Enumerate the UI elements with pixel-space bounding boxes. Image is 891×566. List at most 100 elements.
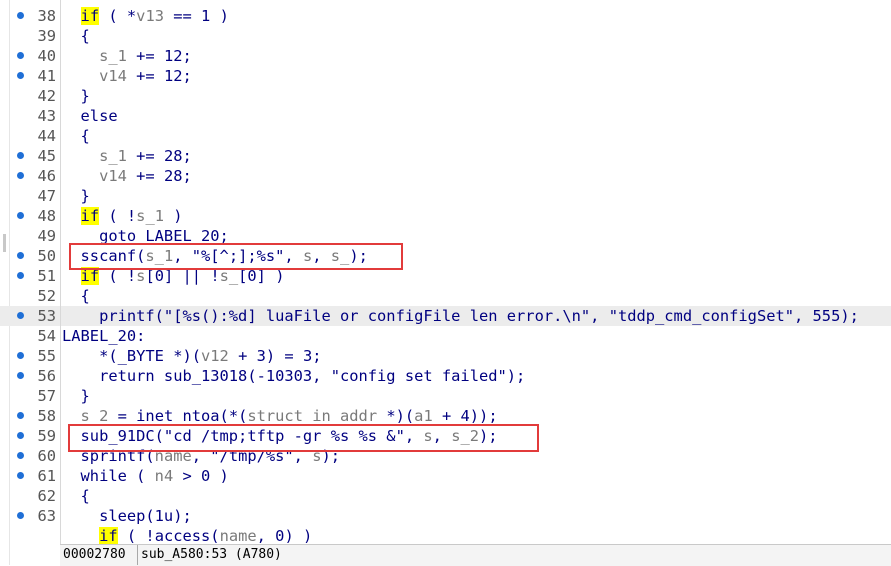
code-line[interactable]: 44 {	[0, 126, 891, 146]
code-token: ( !	[99, 207, 137, 225]
breakpoint-dot-icon[interactable]	[17, 72, 24, 79]
status-address: 00002780	[63, 547, 126, 562]
code-text[interactable]: {	[62, 486, 90, 506]
code-line[interactable]: 53 printf("[%s():%d] luaFile or configFi…	[0, 306, 891, 326]
code-text[interactable]: if ( *v13 == 1 )	[62, 6, 229, 26]
code-token: LABEL_20:	[62, 327, 146, 345]
code-line[interactable]: 63 sleep(1u);	[0, 506, 891, 526]
status-separator	[137, 545, 138, 565]
code-text[interactable]: }	[62, 86, 90, 106]
code-token: > 0 )	[173, 467, 229, 485]
code-text[interactable]: v14 += 28;	[62, 166, 192, 186]
line-number: 51	[37, 267, 56, 285]
code-text[interactable]: sleep(1u);	[62, 506, 192, 526]
code-line[interactable]: 39 {	[0, 26, 891, 46]
line-number: 43	[37, 107, 56, 125]
code-text[interactable]: s_2 = inet_ntoa(*(struct in_addr *)(a1 +…	[62, 406, 498, 426]
code-line[interactable]: 61 while ( n4 > 0 )	[0, 466, 891, 486]
code-token: += 12;	[126, 47, 192, 65]
code-text[interactable]: LABEL_20:	[62, 326, 145, 346]
code-line[interactable]: 47 }	[0, 186, 891, 206]
code-line[interactable]: 46 v14 += 28;	[0, 166, 891, 186]
line-number: 46	[37, 167, 56, 185]
variable-token: s_2	[80, 407, 109, 425]
code-line[interactable]: 42 }	[0, 86, 891, 106]
code-line[interactable]: 45 s_1 += 28;	[0, 146, 891, 166]
code-text[interactable]: *(_BYTE *)(v12 + 3) = 3;	[62, 346, 321, 366]
code-token: == 1 )	[163, 7, 229, 25]
code-token: *(_BYTE *)(	[62, 347, 201, 365]
code-token: + 4));	[432, 407, 498, 425]
code-line[interactable]: 58 s_2 = inet_ntoa(*(struct in_addr *)(a…	[0, 406, 891, 426]
code-text[interactable]: v14 += 12;	[62, 66, 192, 86]
breakpoint-dot-icon[interactable]	[17, 352, 24, 359]
code-text[interactable]: }	[62, 386, 90, 406]
code-text[interactable]: if ( !s_1 )	[62, 206, 183, 226]
code-text[interactable]: s_1 += 12;	[62, 46, 192, 66]
code-line[interactable]: 55 *(_BYTE *)(v12 + 3) = 3;	[0, 346, 891, 366]
breakpoint-dot-icon[interactable]	[17, 152, 24, 159]
code-text[interactable]: }	[62, 186, 90, 206]
breakpoint-dot-icon[interactable]	[17, 52, 24, 59]
breakpoint-dot-icon[interactable]	[17, 372, 24, 379]
code-line[interactable]: if ( !access(name, 0) )	[0, 526, 891, 545]
line-number: 38	[37, 7, 56, 25]
line-number: 42	[37, 87, 56, 105]
breakpoint-dot-icon[interactable]	[17, 212, 24, 219]
code-text[interactable]: while ( n4 > 0 )	[62, 466, 229, 486]
variable-token: v14	[99, 67, 127, 85]
breakpoint-dot-icon[interactable]	[17, 512, 24, 519]
code-line[interactable]: 52 {	[0, 286, 891, 306]
code-line[interactable]: 40 s_1 += 12;	[0, 46, 891, 66]
line-number: 62	[37, 487, 56, 505]
code-token: {	[62, 127, 90, 145]
breakpoint-dot-icon[interactable]	[17, 452, 24, 459]
keyword-token: if	[99, 527, 118, 545]
code-line[interactable]: 62 {	[0, 486, 891, 506]
code-token: printf("[%s():%d] luaFile or configFile …	[62, 307, 859, 325]
code-line[interactable]: 57 }	[0, 386, 891, 406]
line-number: 39	[37, 27, 56, 45]
breakpoint-dot-icon[interactable]	[17, 412, 24, 419]
line-number: 45	[37, 147, 56, 165]
breakpoint-dot-icon[interactable]	[17, 252, 24, 259]
breakpoint-dot-icon[interactable]	[17, 172, 24, 179]
code-token: while (	[62, 467, 155, 485]
line-number: 63	[37, 507, 56, 525]
code-line[interactable]: 54 LABEL_20:	[0, 326, 891, 346]
variable-token: struct in_addr	[247, 407, 378, 425]
code-text[interactable]: if ( !access(name, 0) )	[62, 526, 312, 545]
code-line[interactable]: 48 if ( !s_1 )	[0, 206, 891, 226]
code-token: *)(	[377, 407, 415, 425]
pseudocode-view[interactable]: 38 if ( *v13 == 1 ) 39 {40 s_1 += 12; 41 v…	[0, 0, 891, 545]
highlight-box-sscanf	[69, 243, 403, 270]
code-text[interactable]: printf("[%s():%d] luaFile or configFile …	[62, 306, 859, 326]
breakpoint-dot-icon[interactable]	[17, 432, 24, 439]
line-number: 56	[37, 367, 56, 385]
code-text[interactable]: {	[62, 26, 90, 46]
code-text[interactable]: else	[62, 106, 118, 126]
code-token: ( !access(	[117, 527, 220, 545]
code-token: }	[62, 187, 90, 205]
code-text[interactable]: return sub_13018(-10303, "config set fai…	[62, 366, 525, 386]
breakpoint-dot-icon[interactable]	[17, 12, 24, 19]
line-number: 52	[37, 287, 56, 305]
code-line[interactable]: 56 return sub_13018(-10303, "config set …	[0, 366, 891, 386]
variable-token: v13	[136, 7, 164, 25]
code-text[interactable]: s_1 += 28;	[62, 146, 192, 166]
code-line[interactable]: 43 else	[0, 106, 891, 126]
breakpoint-dot-icon[interactable]	[17, 472, 24, 479]
code-line[interactable]: 38 if ( *v13 == 1 )	[0, 6, 891, 26]
code-text[interactable]: {	[62, 286, 90, 306]
breakpoint-dot-icon[interactable]	[17, 312, 24, 319]
code-token: += 12;	[126, 67, 192, 85]
breakpoint-dot-icon[interactable]	[17, 272, 24, 279]
variable-token: name	[219, 527, 257, 545]
line-number: 59	[37, 427, 56, 445]
code-text[interactable]: {	[62, 126, 90, 146]
code-line[interactable]: 41 v14 += 12;	[0, 66, 891, 86]
